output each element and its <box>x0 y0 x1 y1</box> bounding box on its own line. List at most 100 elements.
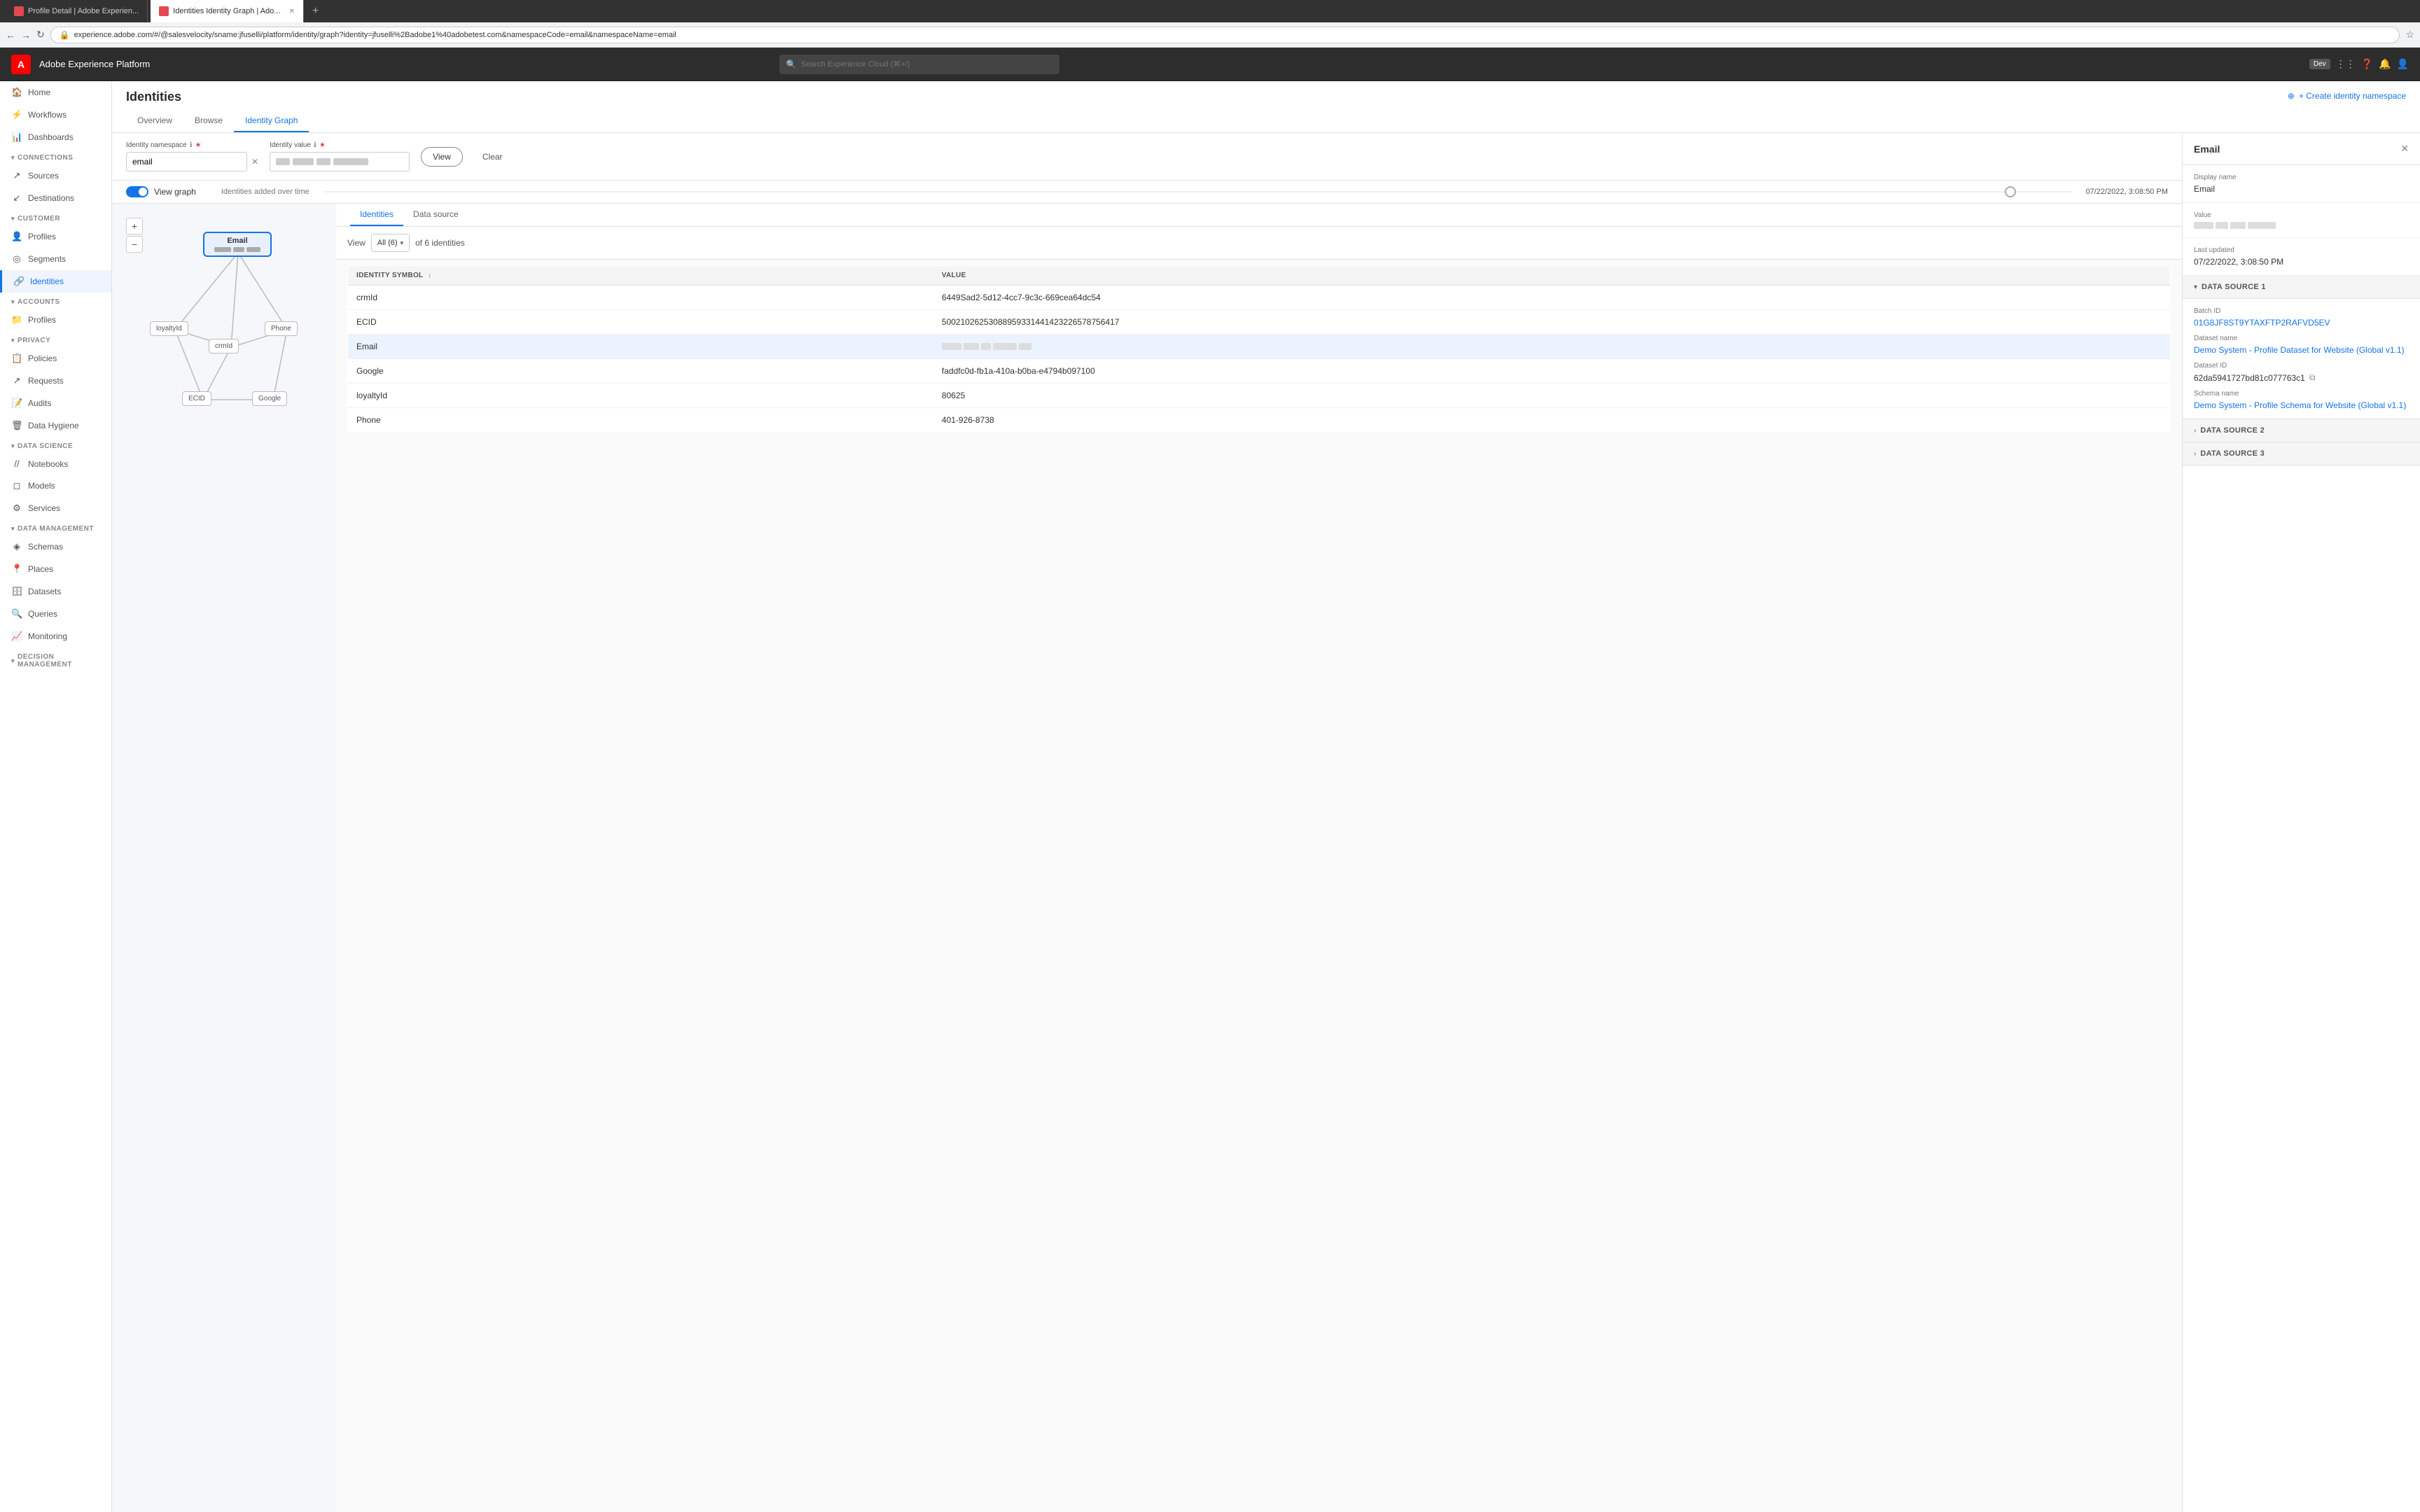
sidebar-identities-label: Identities <box>30 276 64 286</box>
table-row: crmId 6449Sad2-5d12-4cc7-9c3c-669cea64dc… <box>348 286 2171 310</box>
section-connections[interactable]: ▾ CONNECTIONS <box>0 148 111 164</box>
sidebar-item-policies[interactable]: 📋 Policies <box>0 347 111 370</box>
sidebar-item-audits[interactable]: 📝 Audits <box>0 392 111 414</box>
section-decision-management[interactable]: ▾ DECISION MANAGEMENT <box>0 648 111 671</box>
reload-button[interactable]: ↻ <box>36 29 45 41</box>
zoom-out-button[interactable]: − <box>126 236 143 253</box>
sidebar-item-datasets[interactable]: 🗄 Datasets <box>0 580 111 603</box>
view-select-dropdown[interactable]: All (6) ▾ <box>371 234 410 252</box>
back-button[interactable]: ← <box>6 29 15 41</box>
forward-button[interactable]: → <box>21 29 31 41</box>
timestamp-label: 07/22/2022, 3:08:50 PM <box>2086 188 2168 196</box>
ds1-batch-section: Batch ID 01G8JF8ST9YTAXFTP2RAFVD5EV <box>2194 307 2409 335</box>
rp-last-updated-value: 07/22/2022, 3:08:50 PM <box>2194 257 2409 267</box>
section-data-science[interactable]: ▾ DATA SCIENCE <box>0 437 111 453</box>
ds2-header[interactable]: › DATA SOURCE 2 <box>2183 419 2420 442</box>
clear-button[interactable]: Clear <box>474 147 511 167</box>
sidebar-item-home[interactable]: 🏠 Home <box>0 81 111 104</box>
user-avatar[interactable]: 👤 <box>2397 58 2409 70</box>
tab-2-close[interactable]: ✕ <box>288 8 294 15</box>
right-panel-close-button[interactable]: ✕ <box>2400 143 2409 155</box>
blur-dot-3 <box>246 247 260 252</box>
page-header: Identities Overview Browse Identity Grap… <box>112 81 2420 133</box>
sidebar-item-services[interactable]: ⚙ Services <box>0 497 111 519</box>
help-icon[interactable]: ❓ <box>2361 58 2373 70</box>
sidebar-item-models[interactable]: ◻ Models <box>0 475 111 497</box>
zoom-in-button[interactable]: + <box>126 218 143 234</box>
search-input[interactable] <box>801 60 1052 69</box>
node-loyaltyid-box: loyaltyId <box>150 321 188 336</box>
col-header-value: VALUE <box>933 266 2171 286</box>
section-data-management[interactable]: ▾ DATA MANAGEMENT <box>0 519 111 536</box>
sources-icon: ↗ <box>11 170 22 181</box>
namespace-input[interactable] <box>126 152 247 172</box>
section-accounts[interactable]: ▾ ACCOUNTS <box>0 293 111 309</box>
section-customer[interactable]: ▾ CUSTOMER <box>0 209 111 225</box>
sidebar-datasets-label: Datasets <box>28 587 61 596</box>
node-email-label: Email <box>214 237 260 245</box>
new-tab-button[interactable]: + <box>307 5 324 18</box>
tab-1[interactable]: Profile Detail | Adobe Experien... <box>6 0 148 22</box>
view-button[interactable]: View <box>421 147 463 167</box>
sidebar-item-requests[interactable]: ↗ Requests <box>0 370 111 392</box>
namespace-clear-button[interactable]: ✕ <box>251 157 258 167</box>
lock-icon: 🔒 <box>60 30 70 40</box>
tab-2[interactable]: Identities Identity Graph | Ado... ✕ <box>151 0 304 22</box>
graph-toolbar: View graph Identities added over time 07… <box>112 181 2182 204</box>
sidebar-item-notebooks[interactable]: // Notebooks <box>0 453 111 475</box>
sidebar-models-label: Models <box>28 481 55 491</box>
node-ecid[interactable]: ECID <box>182 391 211 406</box>
ds1-header[interactable]: ▾ DATA SOURCE 1 <box>2183 276 2420 299</box>
sidebar-item-workflows[interactable]: ⚡ Workflows <box>0 104 111 126</box>
audits-icon: 📝 <box>11 398 22 409</box>
sidebar-item-profiles-accounts[interactable]: 📁 Profiles <box>0 309 111 331</box>
sidebar-item-identities[interactable]: 🔗 Identities <box>0 270 111 293</box>
graph-svg-container: Email loyaltyId <box>147 225 329 421</box>
address-bar: ← → ↻ 🔒 experience.adobe.com/#/@salesvel… <box>0 22 2420 48</box>
value-blurred-input[interactable] <box>270 152 410 172</box>
node-phone[interactable]: Phone <box>265 321 298 336</box>
url-box[interactable]: 🔒 experience.adobe.com/#/@salesvelocity/… <box>50 27 2400 43</box>
sort-icon-symbol[interactable]: ↕ <box>428 272 431 279</box>
page-tabs: Overview Browse Identity Graph <box>126 110 2406 132</box>
sidebar-item-monitoring[interactable]: 📈 Monitoring <box>0 625 111 648</box>
sidebar-item-sources[interactable]: ↗ Sources <box>0 164 111 187</box>
ds1-dataset-name-value[interactable]: Demo System - Profile Dataset for Websit… <box>2194 345 2409 355</box>
tab-overview[interactable]: Overview <box>126 110 183 132</box>
sidebar-item-queries[interactable]: 🔍 Queries <box>0 603 111 625</box>
tab-browse[interactable]: Browse <box>183 110 234 132</box>
time-added-label: Identities added over time <box>221 188 310 196</box>
global-search[interactable]: 🔍 <box>779 55 1059 74</box>
node-crmid[interactable]: crmId <box>209 339 239 354</box>
tab-identities[interactable]: Identities <box>350 204 403 226</box>
chevron-down-icon: ▾ <box>401 239 404 247</box>
tab-data-source[interactable]: Data source <box>403 204 468 226</box>
page-actions: ⊕ + Create identity namespace <box>2288 91 2406 101</box>
copy-icon-dataset-id[interactable]: ⧉ <box>2309 372 2316 383</box>
sidebar-item-profiles-customer[interactable]: 👤 Profiles <box>0 225 111 248</box>
tab-identity-graph[interactable]: Identity Graph <box>234 110 309 132</box>
bookmark-icon[interactable]: ☆ <box>2405 29 2414 41</box>
toggle-switch[interactable] <box>126 186 148 197</box>
sidebar-item-schemas[interactable]: ◈ Schemas <box>0 536 111 558</box>
sidebar-item-dashboards[interactable]: 📊 Dashboards <box>0 126 111 148</box>
node-email[interactable]: Email <box>203 232 272 257</box>
sidebar-item-destinations[interactable]: ↙ Destinations <box>0 187 111 209</box>
node-loyaltyid[interactable]: loyaltyId <box>150 321 188 336</box>
sidebar-item-data-hygiene[interactable]: 🗑 Data Hygiene <box>0 414 111 437</box>
notifications-icon[interactable]: 🔔 <box>2379 58 2391 70</box>
section-privacy[interactable]: ▾ PRIVACY <box>0 331 111 347</box>
ds1-batch-value[interactable]: 01G8JF8ST9YTAXFTP2RAFVD5EV <box>2194 318 2409 328</box>
sidebar-requests-label: Requests <box>28 376 64 386</box>
sidebar: 🏠 Home ⚡ Workflows 📊 Dashboards ▾ CONNEC… <box>0 81 112 1512</box>
view-graph-toggle[interactable]: View graph <box>126 186 196 197</box>
ds1-schema-name-value[interactable]: Demo System - Profile Schema for Website… <box>2194 400 2409 410</box>
sidebar-item-segments[interactable]: ◎ Segments <box>0 248 111 270</box>
node-google[interactable]: Google <box>252 391 287 406</box>
ds3-header[interactable]: › DATA SOURCE 3 <box>2183 442 2420 465</box>
tab-bar: Profile Detail | Adobe Experien... Ident… <box>0 0 2420 22</box>
value-crmid: 6449Sad2-5d12-4cc7-9c3c-669cea64dc54 <box>933 286 2171 310</box>
create-namespace-button[interactable]: ⊕ + Create identity namespace <box>2288 91 2406 101</box>
sidebar-item-places[interactable]: 📍 Places <box>0 558 111 580</box>
apps-icon[interactable]: ⋮⋮ <box>2336 58 2356 70</box>
